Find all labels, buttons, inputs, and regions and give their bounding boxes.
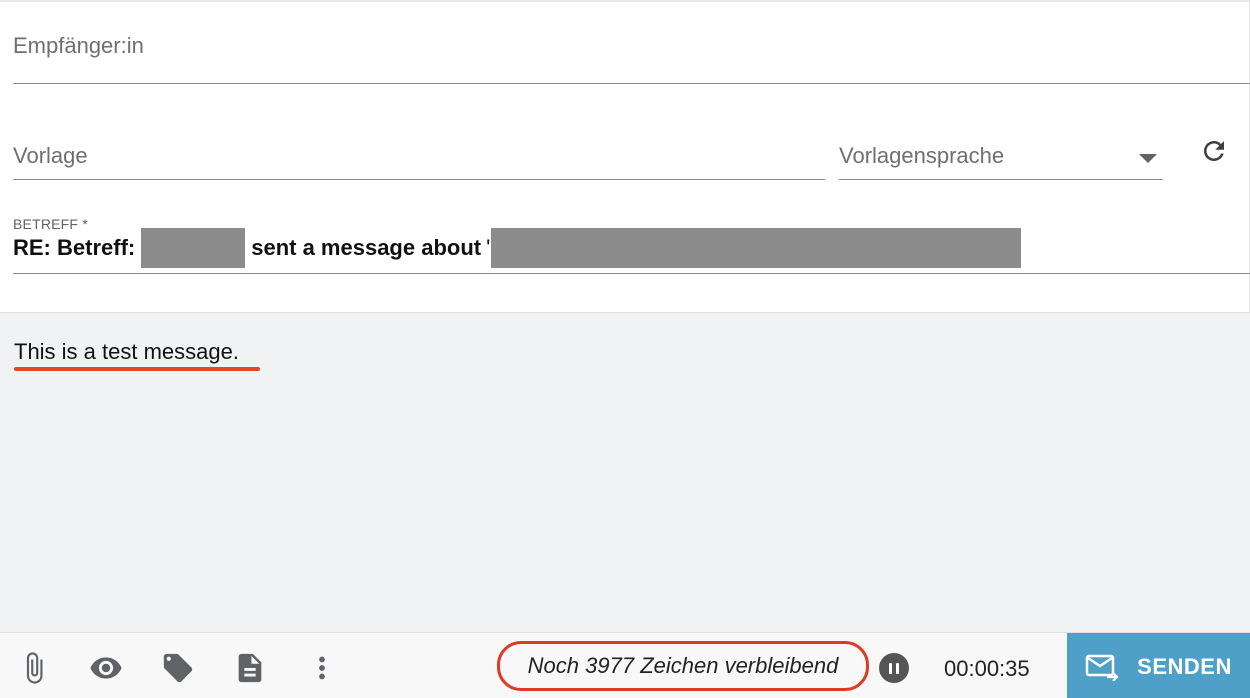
subject-prefix: RE: Betreff: bbox=[13, 235, 136, 260]
message-body[interactable]: This is a test message. bbox=[0, 312, 1250, 632]
eye-icon[interactable] bbox=[89, 651, 123, 685]
pause-icon bbox=[896, 662, 899, 674]
annotation-underline bbox=[14, 367, 260, 371]
timer: 00:00:35 bbox=[944, 656, 1030, 681]
recipient-field[interactable]: Empfänger:in bbox=[13, 2, 1250, 84]
compose-toolbar: Noch 3977 Zeichen verbleibend 00:00:35 S… bbox=[0, 632, 1250, 698]
send-label: SENDEN bbox=[1137, 654, 1232, 679]
compose-form: Empfänger:in Vorlage Vorlagensprache BET… bbox=[0, 0, 1250, 698]
more-vertical-icon[interactable] bbox=[305, 651, 339, 685]
redacted-block bbox=[491, 228, 1022, 268]
tag-icon[interactable] bbox=[161, 651, 195, 685]
paperclip-icon[interactable] bbox=[17, 651, 51, 685]
redacted-block bbox=[141, 228, 246, 268]
subject-middle: sent a message about bbox=[251, 235, 482, 260]
subject-quote: ' bbox=[486, 235, 491, 260]
send-button[interactable]: SENDEN bbox=[1067, 633, 1250, 698]
template-field[interactable]: Vorlage bbox=[13, 132, 825, 180]
mail-send-icon bbox=[1085, 654, 1119, 681]
subject-value[interactable]: RE: Betreff: sent a message about ' bbox=[13, 228, 1022, 268]
pause-icon bbox=[889, 662, 892, 674]
char-counter-text: Noch 3977 Zeichen verbleibend bbox=[527, 653, 839, 678]
template-placeholder: Vorlage bbox=[13, 143, 88, 168]
template-language-select[interactable]: Vorlagensprache bbox=[839, 132, 1163, 180]
pause-button[interactable] bbox=[879, 653, 909, 683]
char-counter: Noch 3977 Zeichen verbleibend bbox=[497, 641, 869, 691]
dropdown-arrow-icon[interactable] bbox=[1139, 154, 1157, 163]
refresh-icon[interactable] bbox=[1199, 136, 1229, 166]
recipient-placeholder: Empfänger:in bbox=[13, 33, 144, 58]
template-language-placeholder: Vorlagensprache bbox=[839, 143, 1005, 168]
message-body-text: This is a test message. bbox=[14, 339, 239, 364]
subject-field[interactable]: BETREFF * RE: Betreff: sent a message ab… bbox=[13, 212, 1250, 274]
document-icon[interactable] bbox=[233, 651, 267, 685]
